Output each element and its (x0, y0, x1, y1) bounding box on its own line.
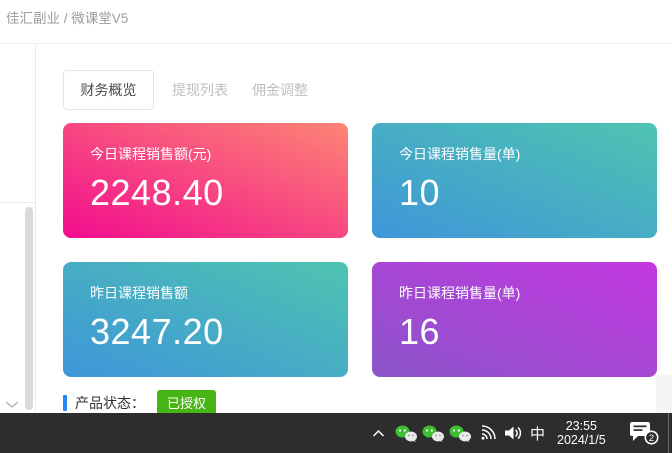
card-yesterday-sales-amount[interactable]: 昨日课程销售额 3247.20 (63, 262, 348, 377)
tab-commission-adjust[interactable]: 佣金调整 (252, 80, 308, 100)
sidebar-divider (0, 202, 35, 203)
notification-center-icon[interactable]: 2 (629, 421, 659, 445)
ime-indicator[interactable]: 中 (530, 423, 545, 444)
notification-badge: 2 (649, 433, 654, 444)
taskbar: 中 23:55 2024/1/5 2 (0, 413, 672, 453)
wifi-icon[interactable] (480, 425, 498, 441)
top-header-bar: 佳汇副业 / 微课堂V5 (0, 0, 672, 44)
speaker-icon[interactable] (504, 425, 524, 441)
tab-finance-overview[interactable]: 财务概览 (63, 70, 154, 110)
sidebar-scrollbar[interactable] (25, 207, 33, 410)
status-badge: 已授权 (157, 390, 216, 415)
product-status-row: 产品状态： 已授权 (63, 390, 216, 415)
status-accent-bar (63, 395, 67, 411)
card-value: 10 (399, 172, 657, 214)
card-today-sales-amount[interactable]: 今日课程销售额(元) 2248.40 (63, 123, 348, 238)
show-desktop-separator[interactable] (668, 413, 669, 453)
card-value: 2248.40 (90, 172, 348, 214)
card-label: 昨日课程销售额 (90, 283, 348, 303)
tab-bar: 财务概览 提现列表 佣金调整 (63, 70, 308, 110)
status-label: 产品状态： (75, 393, 145, 413)
card-value: 16 (399, 311, 657, 353)
tab-withdraw-list[interactable]: 提现列表 (172, 80, 228, 100)
card-value: 3247.20 (90, 311, 348, 353)
wechat-icon[interactable] (395, 425, 418, 442)
taskbar-date: 2024/1/5 (557, 433, 606, 447)
breadcrumb[interactable]: 佳汇副业 / 微课堂V5 (6, 7, 128, 27)
screen: 佳汇副业 / 微课堂V5 财务概览 提现列表 佣金调整 今日课程销售额(元) 2… (0, 0, 672, 453)
main-content: 财务概览 提现列表 佣金调整 今日课程销售额(元) 2248.40 今日课程销售… (36, 44, 672, 413)
sidebar (0, 44, 36, 413)
taskbar-time: 23:55 (557, 419, 606, 433)
corner-patch (656, 375, 672, 413)
stat-cards-grid: 今日课程销售额(元) 2248.40 今日课程销售量(单) 10 昨日课程销售额… (63, 123, 657, 377)
card-today-sales-count[interactable]: 今日课程销售量(单) 10 (372, 123, 657, 238)
card-label: 今日课程销售额(元) (90, 144, 348, 164)
chevron-up-icon[interactable] (372, 429, 385, 438)
chevron-down-icon[interactable] (5, 401, 19, 409)
card-label: 今日课程销售量(单) (399, 144, 657, 164)
card-yesterday-sales-count[interactable]: 昨日课程销售量(单) 16 (372, 262, 657, 377)
taskbar-clock[interactable]: 23:55 2024/1/5 (557, 419, 615, 447)
card-label: 昨日课程销售量(单) (399, 283, 657, 303)
wechat-icon[interactable] (449, 425, 472, 442)
wechat-icon[interactable] (422, 425, 445, 442)
